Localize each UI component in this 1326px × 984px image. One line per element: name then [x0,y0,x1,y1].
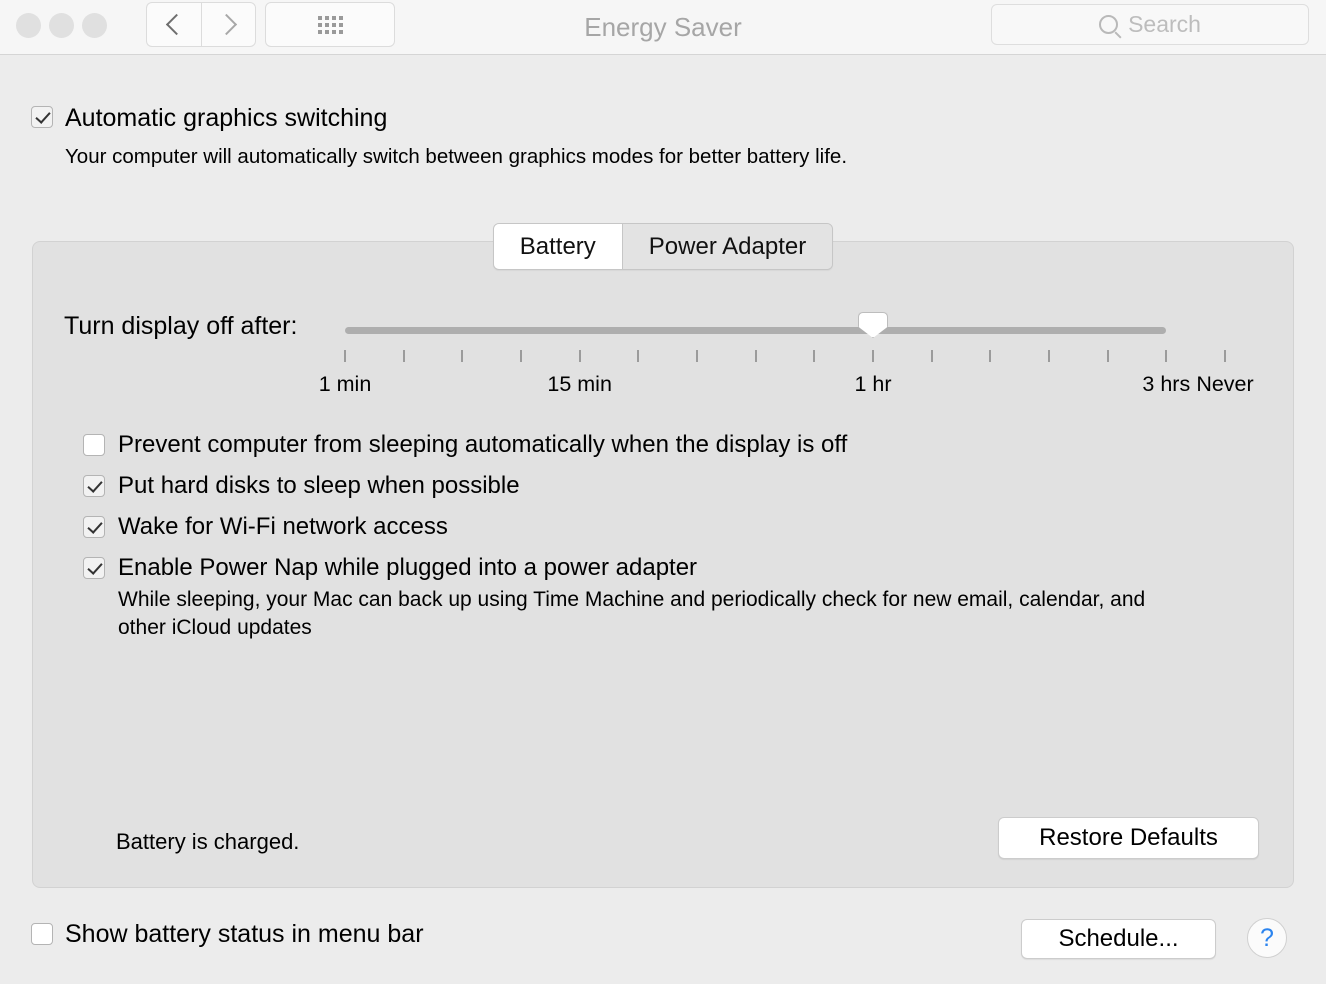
tab-bar: Battery Power Adapter [0,223,1326,270]
automatic-graphics-switching-description: Your computer will automatically switch … [65,145,848,168]
battery-status-text: Battery is charged. [116,829,300,854]
slider-tick [696,350,698,362]
automatic-graphics-switching-row[interactable]: Automatic graphics switching [31,104,388,132]
slider-tick [578,350,581,362]
tab-power-adapter[interactable]: Power Adapter [621,224,833,269]
tab-battery[interactable]: Battery [493,224,622,269]
slider-tick-label: 1 hr [854,372,892,396]
option-row[interactable]: Prevent computer from sleeping automatic… [83,431,848,458]
schedule-button[interactable]: Schedule... [1021,919,1216,959]
option-label: Wake for Wi-Fi network access [118,513,448,540]
search-icon [1099,15,1119,34]
slider-tick-marks [344,350,1226,362]
help-button[interactable]: ? [1247,918,1287,958]
option-label: Put hard disks to sleep when possible [118,472,520,499]
slider-tick-label: 15 min [547,372,612,396]
show-battery-status-checkbox[interactable] [31,923,53,945]
automatic-graphics-switching-label: Automatic graphics switching [65,104,388,132]
automatic-graphics-switching-checkbox[interactable] [31,106,53,128]
window-toolbar: Energy Saver Search [0,0,1326,55]
power-nap-description: While sleeping, your Mac can back up usi… [118,588,1146,639]
slider-tick [1224,350,1226,362]
option-row[interactable]: Put hard disks to sleep when possible [83,472,847,499]
slider-tick [930,350,933,362]
slider-track[interactable] [345,327,1167,334]
slider-thumb[interactable] [858,312,888,338]
slider-tick [402,350,405,362]
slider-tick [1165,350,1168,362]
slider-tick [872,350,874,362]
turn-display-off-slider[interactable] [345,312,1225,338]
slider-tick-label: Never [1196,372,1254,396]
turn-display-off-label: Turn display off after: [64,312,298,340]
option-checkbox[interactable] [83,434,105,456]
show-battery-status-label: Show battery status in menu bar [65,920,424,948]
show-battery-status-row[interactable]: Show battery status in menu bar [31,920,424,948]
option-checkbox[interactable] [83,516,105,538]
battery-settings-panel: Turn display off after: 1 min 15 min 1 hr 3… [32,241,1294,888]
slider-tick-label: 1 min [318,372,372,396]
slider-tick [520,350,522,362]
slider-tick [1106,350,1109,362]
option-row[interactable]: Wake for Wi-Fi network access [83,513,847,540]
slider-tick [1048,350,1050,362]
option-label: Prevent computer from sleeping automatic… [118,431,848,458]
slider-tick [813,350,816,362]
option-row[interactable]: Enable Power Nap while plugged into a po… [83,554,847,581]
option-checkbox[interactable] [83,557,105,579]
options-list: Prevent computer from sleeping automatic… [83,431,848,598]
slider-tick [344,350,346,362]
slider-tick [754,350,757,362]
slider-tick-labels: 1 min 15 min 1 hr 3 hrs Never [33,372,1295,398]
slider-tick-label: 3 hrs [1142,372,1191,396]
search-field[interactable]: Search [991,4,1309,45]
restore-defaults-button[interactable]: Restore Defaults [998,817,1259,859]
slider-tick [461,350,464,362]
option-checkbox[interactable] [83,475,105,497]
slider-tick [989,350,992,362]
option-label: Enable Power Nap while plugged into a po… [118,554,698,581]
slider-tick [637,350,640,362]
search-placeholder: Search [1128,11,1201,37]
